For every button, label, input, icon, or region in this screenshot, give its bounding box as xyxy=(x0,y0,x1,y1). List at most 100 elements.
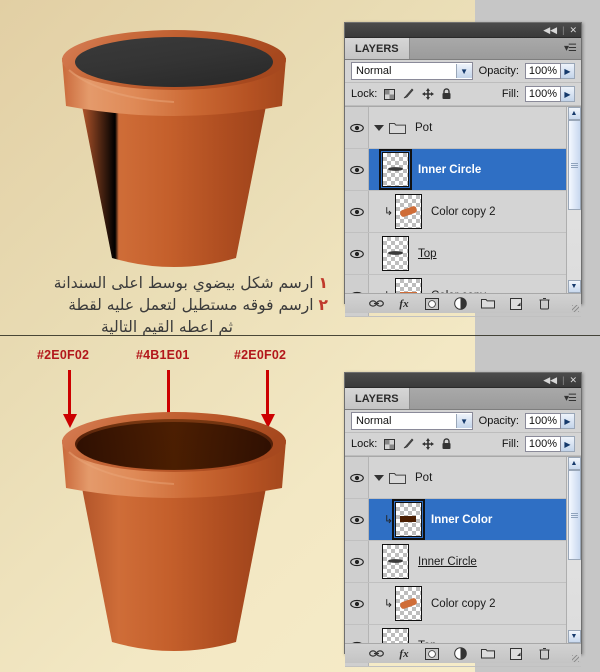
blend-opacity-row: Normal ▼ Opacity: 100% ▶ xyxy=(345,60,581,83)
lock-position-icon[interactable] xyxy=(421,88,434,101)
tab-layers[interactable]: LAYERS xyxy=(345,388,410,409)
resize-grip[interactable] xyxy=(572,655,579,662)
layer-thumbnail[interactable] xyxy=(382,236,409,271)
layer-row-inner-color[interactable]: ↳ Inner Color xyxy=(345,499,581,541)
blend-mode-value: Normal xyxy=(356,65,392,77)
blend-mode-value: Normal xyxy=(356,415,392,427)
scroll-up-icon[interactable]: ▲ xyxy=(567,107,581,120)
new-adjustment-layer-icon[interactable] xyxy=(453,296,468,311)
layer-thumbnail[interactable] xyxy=(382,544,409,579)
opacity-slider-arrow-icon[interactable]: ▶ xyxy=(561,413,575,429)
visibility-toggle[interactable] xyxy=(345,541,369,582)
chevron-down-icon[interactable]: ▼ xyxy=(455,414,472,428)
panel-menu-icon[interactable]: ▾☰ xyxy=(564,393,577,404)
layer-row-inner-circle[interactable]: Inner Circle xyxy=(345,149,581,191)
visibility-toggle[interactable] xyxy=(345,149,369,190)
layer-thumbnail[interactable] xyxy=(392,499,425,540)
tab-layers[interactable]: LAYERS xyxy=(345,38,410,59)
layers-panel-top[interactable]: ◀◀ | ✕ LAYERS ▾☰ Normal ▼ Opacity: 100% … xyxy=(344,22,582,317)
fill-slider-arrow-icon[interactable]: ▶ xyxy=(561,86,575,102)
blend-mode-select[interactable]: Normal ▼ xyxy=(351,62,473,80)
link-layers-icon[interactable] xyxy=(368,646,384,661)
eye-icon xyxy=(349,557,364,566)
lock-label: Lock: xyxy=(351,88,378,100)
add-layer-mask-icon[interactable] xyxy=(425,296,440,311)
layer-row-top[interactable]: Top xyxy=(345,233,581,275)
group-expand-toggle[interactable] xyxy=(369,474,389,481)
lock-transparent-pixels-icon[interactable] xyxy=(383,88,396,101)
visibility-toggle[interactable] xyxy=(345,191,369,232)
visibility-toggle[interactable] xyxy=(345,457,369,498)
panel-tabstrip[interactable]: LAYERS ▾☰ xyxy=(345,38,581,60)
layers-list-top[interactable]: Pot Inner Circle ↳ Color copy 2 Top ▲ ▼ xyxy=(345,106,581,317)
blend-mode-select[interactable]: Normal ▼ xyxy=(351,412,473,430)
visibility-toggle[interactable] xyxy=(345,107,369,148)
layers-panel-bottom[interactable]: ◀◀ | ✕ LAYERS ▾☰ Normal ▼ Opacity: 100% … xyxy=(344,372,582,667)
layer-row-inner-circle[interactable]: Inner Circle xyxy=(345,541,581,583)
new-adjustment-layer-icon[interactable] xyxy=(453,646,468,661)
layer-thumbnail[interactable] xyxy=(395,194,422,229)
opacity-input[interactable]: 100% xyxy=(525,413,561,429)
panel-tabstrip[interactable]: LAYERS ▾☰ xyxy=(345,388,581,410)
fill-input[interactable]: 100% xyxy=(525,436,561,452)
layer-row-color-copy-2[interactable]: ↳ Color copy 2 xyxy=(345,191,581,233)
scrollbar-track[interactable] xyxy=(567,120,581,280)
layers-panel-footer[interactable]: fx xyxy=(345,293,581,313)
layer-thumbnail[interactable] xyxy=(395,586,422,621)
layer-name: Color copy 2 xyxy=(431,205,496,218)
tab-layers-label: LAYERS xyxy=(355,392,399,405)
visibility-toggle[interactable] xyxy=(345,583,369,624)
fill-slider-arrow-icon[interactable]: ▶ xyxy=(561,436,575,452)
add-layer-mask-icon[interactable] xyxy=(425,646,440,661)
opacity-slider-arrow-icon[interactable]: ▶ xyxy=(561,63,575,79)
layer-row-pot[interactable]: Pot xyxy=(345,107,581,149)
lock-transparent-pixels-icon[interactable] xyxy=(383,438,396,451)
layer-thumbnail[interactable] xyxy=(379,149,412,190)
panel-menu-icon[interactable]: ▾☰ xyxy=(564,43,577,54)
scrollbar-thumb[interactable] xyxy=(567,120,581,210)
visibility-toggle[interactable] xyxy=(345,499,369,540)
panel-titlebar[interactable]: ◀◀ | ✕ xyxy=(345,23,581,38)
layers-scrollbar[interactable]: ▲ ▼ xyxy=(566,457,581,643)
pot-illustration-bottom xyxy=(24,392,324,667)
delete-layer-icon[interactable] xyxy=(537,296,552,311)
layer-row-color-copy-2[interactable]: ↳ Color copy 2 xyxy=(345,583,581,625)
link-layers-icon[interactable] xyxy=(368,296,384,311)
new-group-icon[interactable] xyxy=(481,296,496,311)
add-layer-style-icon[interactable]: fx xyxy=(397,646,412,661)
opacity-input[interactable]: 100% xyxy=(525,63,561,79)
scroll-down-icon[interactable]: ▼ xyxy=(567,280,581,293)
chevron-down-icon[interactable]: ▼ xyxy=(455,64,472,78)
collapse-icon[interactable]: ◀◀ xyxy=(543,375,557,385)
lock-all-icon[interactable] xyxy=(440,438,453,451)
clipping-mask-icon: ↳ xyxy=(383,598,394,610)
layers-list-bottom[interactable]: Pot ↳ Inner Color Inner Circle ↳ Color c… xyxy=(345,456,581,667)
add-layer-style-icon[interactable]: fx xyxy=(397,296,412,311)
lock-image-pixels-icon[interactable] xyxy=(402,438,415,451)
scroll-down-icon[interactable]: ▼ xyxy=(567,630,581,643)
collapse-icon[interactable]: ◀◀ xyxy=(543,25,557,35)
new-layer-icon[interactable] xyxy=(509,296,524,311)
layers-scrollbar[interactable]: ▲ ▼ xyxy=(566,107,581,293)
fill-input[interactable]: 100% xyxy=(525,86,561,102)
panel-titlebar[interactable]: ◀◀ | ✕ xyxy=(345,373,581,388)
close-icon[interactable]: ✕ xyxy=(569,375,577,385)
delete-layer-icon[interactable] xyxy=(537,646,552,661)
layer-row-pot[interactable]: Pot xyxy=(345,457,581,499)
scrollbar-thumb[interactable] xyxy=(567,470,581,560)
scrollbar-track[interactable] xyxy=(567,470,581,630)
scroll-up-icon[interactable]: ▲ xyxy=(567,457,581,470)
resize-grip[interactable] xyxy=(572,305,579,312)
group-expand-toggle[interactable] xyxy=(369,124,389,131)
lock-image-pixels-icon[interactable] xyxy=(402,88,415,101)
new-layer-icon[interactable] xyxy=(509,646,524,661)
layers-panel-footer[interactable]: fx xyxy=(345,643,581,663)
lock-label: Lock: xyxy=(351,438,378,450)
lock-position-icon[interactable] xyxy=(421,438,434,451)
close-icon[interactable]: ✕ xyxy=(569,25,577,35)
visibility-toggle[interactable] xyxy=(345,233,369,274)
lock-fill-row: Lock: Fill: 100% ▶ xyxy=(345,433,581,456)
lock-all-icon[interactable] xyxy=(440,88,453,101)
new-group-icon[interactable] xyxy=(481,646,496,661)
layer-name: Pot xyxy=(415,121,433,134)
